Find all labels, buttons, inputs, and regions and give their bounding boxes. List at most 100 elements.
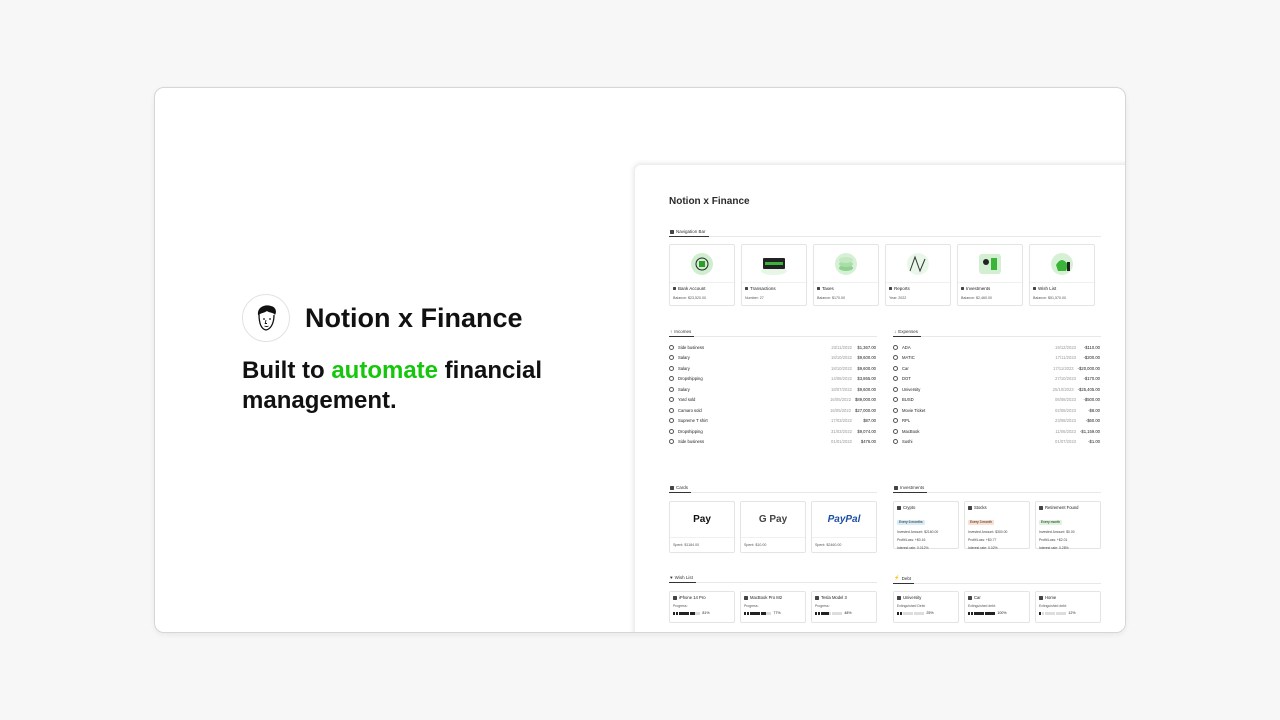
list-item[interactable]: BUSD 06/08/2023 -$500.00	[893, 395, 1100, 406]
list-item[interactable]: Camaro sold 16/05/2022 $27,000.00	[669, 405, 876, 416]
entry-date: 02/08/2023	[1055, 407, 1076, 413]
list-item[interactable]: Salary 18/10/2022 $9,600.00	[669, 353, 876, 364]
nav-card-label: Bank Account	[673, 286, 706, 291]
investment-stat: Profit/Loss: +$0.16	[897, 538, 926, 542]
investments-header: Investments	[893, 485, 1101, 493]
entry-amount: -$20,000.00	[1077, 365, 1100, 371]
expenses-label: Expenses	[898, 329, 919, 334]
cards-label: Cards	[676, 485, 689, 490]
list-item[interactable]: University 25/10/2023 -$25,405.00	[893, 384, 1100, 395]
entry-name: Dropshipping	[678, 376, 703, 382]
nav-card-reports[interactable]: Reports Year: 2022	[885, 244, 951, 306]
list-item[interactable]: Dropshipping 31/03/2022 $9,074.00	[669, 426, 876, 437]
nav-card-transactions[interactable]: Transactions Number: 27	[741, 244, 807, 306]
list-item[interactable]: Yard sold 16/05/2022 $89,000.00	[669, 395, 876, 406]
nav-card-label: Reports	[889, 286, 910, 291]
nav-card-wish-list[interactable]: Wish List Balance: $51,570.00	[1029, 244, 1095, 306]
list-item[interactable]: MacBook 11/06/2023 -$1,159.00	[893, 426, 1100, 437]
investment-name: Retirement Found	[1045, 505, 1079, 510]
wishlist-card[interactable]: iPhone 14 Pro Progress: 81%	[669, 591, 735, 623]
investment-title: Retirement Found	[1039, 505, 1097, 510]
nav-card-title: Bank Account	[678, 286, 706, 291]
wishlist-label: Wish List	[674, 575, 693, 580]
debts-card[interactable]: Car Extinguished debt: 100%	[964, 591, 1030, 623]
investment-card[interactable]: Crypto Every 6 months Invested Amount: $21…	[893, 501, 959, 550]
wishlist-card[interactable]: MacBook Pro M2 Progress: 77%	[740, 591, 806, 623]
entry-date: 18/10/2022	[831, 365, 852, 371]
grid-icon	[670, 229, 674, 234]
entry-date: 27/10/2023	[1055, 376, 1076, 382]
entry-date: 11/06/2023	[1055, 428, 1076, 434]
progress-percent: 77%	[773, 611, 781, 615]
investment-card[interactable]: Retirement Found Every month Invested Amou…	[1035, 501, 1101, 550]
face-illustration-icon	[257, 305, 276, 331]
wishlist-label: Progress:	[744, 604, 759, 608]
entry-date: 25/10/2023	[1052, 386, 1074, 392]
wishlist-name: Tesla Model 3	[821, 595, 847, 600]
investment-name: Stocks	[974, 505, 987, 510]
nav-card-title: Reports	[894, 286, 910, 291]
entry-date: 16/05/2022	[830, 407, 852, 413]
list-item[interactable]: Car 17/11/2023 -$20,000.00	[893, 363, 1100, 374]
entry-date: 19/12/2023	[1055, 344, 1076, 350]
investment-stat: Profit/Loss: +$0.77	[968, 538, 997, 542]
list-item[interactable]: Salary 18/10/2022 $9,600.00	[669, 363, 876, 374]
frequency-tag: Every month	[1039, 519, 1063, 525]
nav-card-sub: Balance: $51,570.00	[1033, 296, 1066, 300]
list-item[interactable]: RPL 23/08/2023 -$60.00	[893, 416, 1100, 427]
nav-card-investments[interactable]: Investments Balance: $2,460.00	[957, 244, 1023, 306]
entry-icon	[669, 386, 674, 392]
debts-card[interactable]: University Extinguished Debt: 25%	[893, 591, 959, 623]
nav-card-label: Wish List	[1033, 286, 1056, 291]
investment-stat: Invested Amount: $2160.00	[897, 530, 939, 534]
list-item[interactable]: Salary 18/07/2022 $9,600.00	[669, 384, 876, 395]
debt-label: Debt	[901, 575, 912, 581]
brand-title: Notion x Finance	[305, 303, 523, 333]
nav-card-sub: Balance: $23,520.00	[673, 296, 706, 300]
nav-card-bank-account[interactable]: Bank Account Balance: $23,520.00	[669, 244, 735, 306]
progress-bar: 12%	[1039, 611, 1097, 615]
progress-block	[698, 611, 701, 615]
nav-card-taxes[interactable]: Taxes Balance: $170.00	[813, 244, 879, 306]
entry-name: Car	[902, 365, 909, 371]
investment-card[interactable]: Stocks Every 3 month Invested Amount: $300…	[964, 501, 1030, 550]
list-item[interactable]: Dropshipping 14/08/2022 $3,865.00	[669, 374, 876, 385]
list-item[interactable]: MATIC 17/11/2023 -$200.00	[893, 353, 1100, 364]
arrow-up-icon: ↑	[670, 329, 673, 334]
page-icon	[1033, 287, 1036, 290]
expenses-list: ADA 19/12/2023 -$110.00 MATIC 17/11/2023 -$20…	[893, 342, 1100, 447]
avatar-logo	[242, 294, 290, 342]
payment-card-spent: Spent: $2460.00	[815, 543, 842, 547]
entry-name: Movie Ticket	[902, 407, 926, 413]
entry-name: Sushi	[902, 439, 913, 445]
list-item[interactable]: Sushi 01/07/2023 -$1.00	[893, 437, 1100, 448]
entry-icon	[893, 397, 898, 403]
wishlist-label: Progress:	[815, 604, 830, 608]
progress-blocks	[744, 611, 772, 615]
entry-name: RPL	[902, 418, 911, 424]
incomes-list: Side business 23/11/2022 $1,367.00 Salary 18…	[669, 342, 876, 447]
list-item[interactable]: Side business 23/11/2022 $1,367.00	[669, 342, 876, 353]
lightning-icon: ⚡	[894, 575, 900, 580]
wishlist-card[interactable]: Tesla Model 3 Progress: 48%	[811, 591, 877, 623]
debts-card[interactable]: Home Extinguished debt: 12%	[1035, 591, 1101, 623]
list-item[interactable]: ADA 19/12/2023 -$110.00	[893, 342, 1100, 353]
payment-card[interactable]: PayPal Spent: $2460.00	[811, 501, 877, 553]
frequency-tag: Every 6 months	[897, 519, 925, 525]
list-item[interactable]: Side business 01/01/2022 $476.00	[669, 437, 876, 448]
entry-icon	[893, 376, 898, 382]
list-item[interactable]: Supreme T shirt 17/03/2022 $87.00	[669, 416, 876, 427]
investment-stat: Invested Amount: $300.00	[968, 530, 1008, 534]
nav-card-label: Transactions	[745, 286, 776, 291]
list-item[interactable]: DOT 27/10/2023 -$170.00	[893, 374, 1100, 385]
entry-date: 18/10/2022	[831, 355, 852, 361]
nav-card-sub: Year: 2022	[889, 296, 907, 300]
entry-name: MacBook	[902, 428, 920, 434]
expenses-header: ↓ Expenses	[893, 329, 1101, 337]
incomes-header: ↑ Incomes	[669, 329, 877, 337]
payment-card[interactable]: Pay Spent: $1184.00	[669, 501, 735, 553]
progress-blocks	[968, 611, 996, 615]
list-item[interactable]: Movie Ticket 02/08/2023 -$8.00	[893, 405, 1100, 416]
payment-card[interactable]: G Pay Spent: $10.00	[740, 501, 806, 553]
taxes-icon	[814, 245, 878, 283]
